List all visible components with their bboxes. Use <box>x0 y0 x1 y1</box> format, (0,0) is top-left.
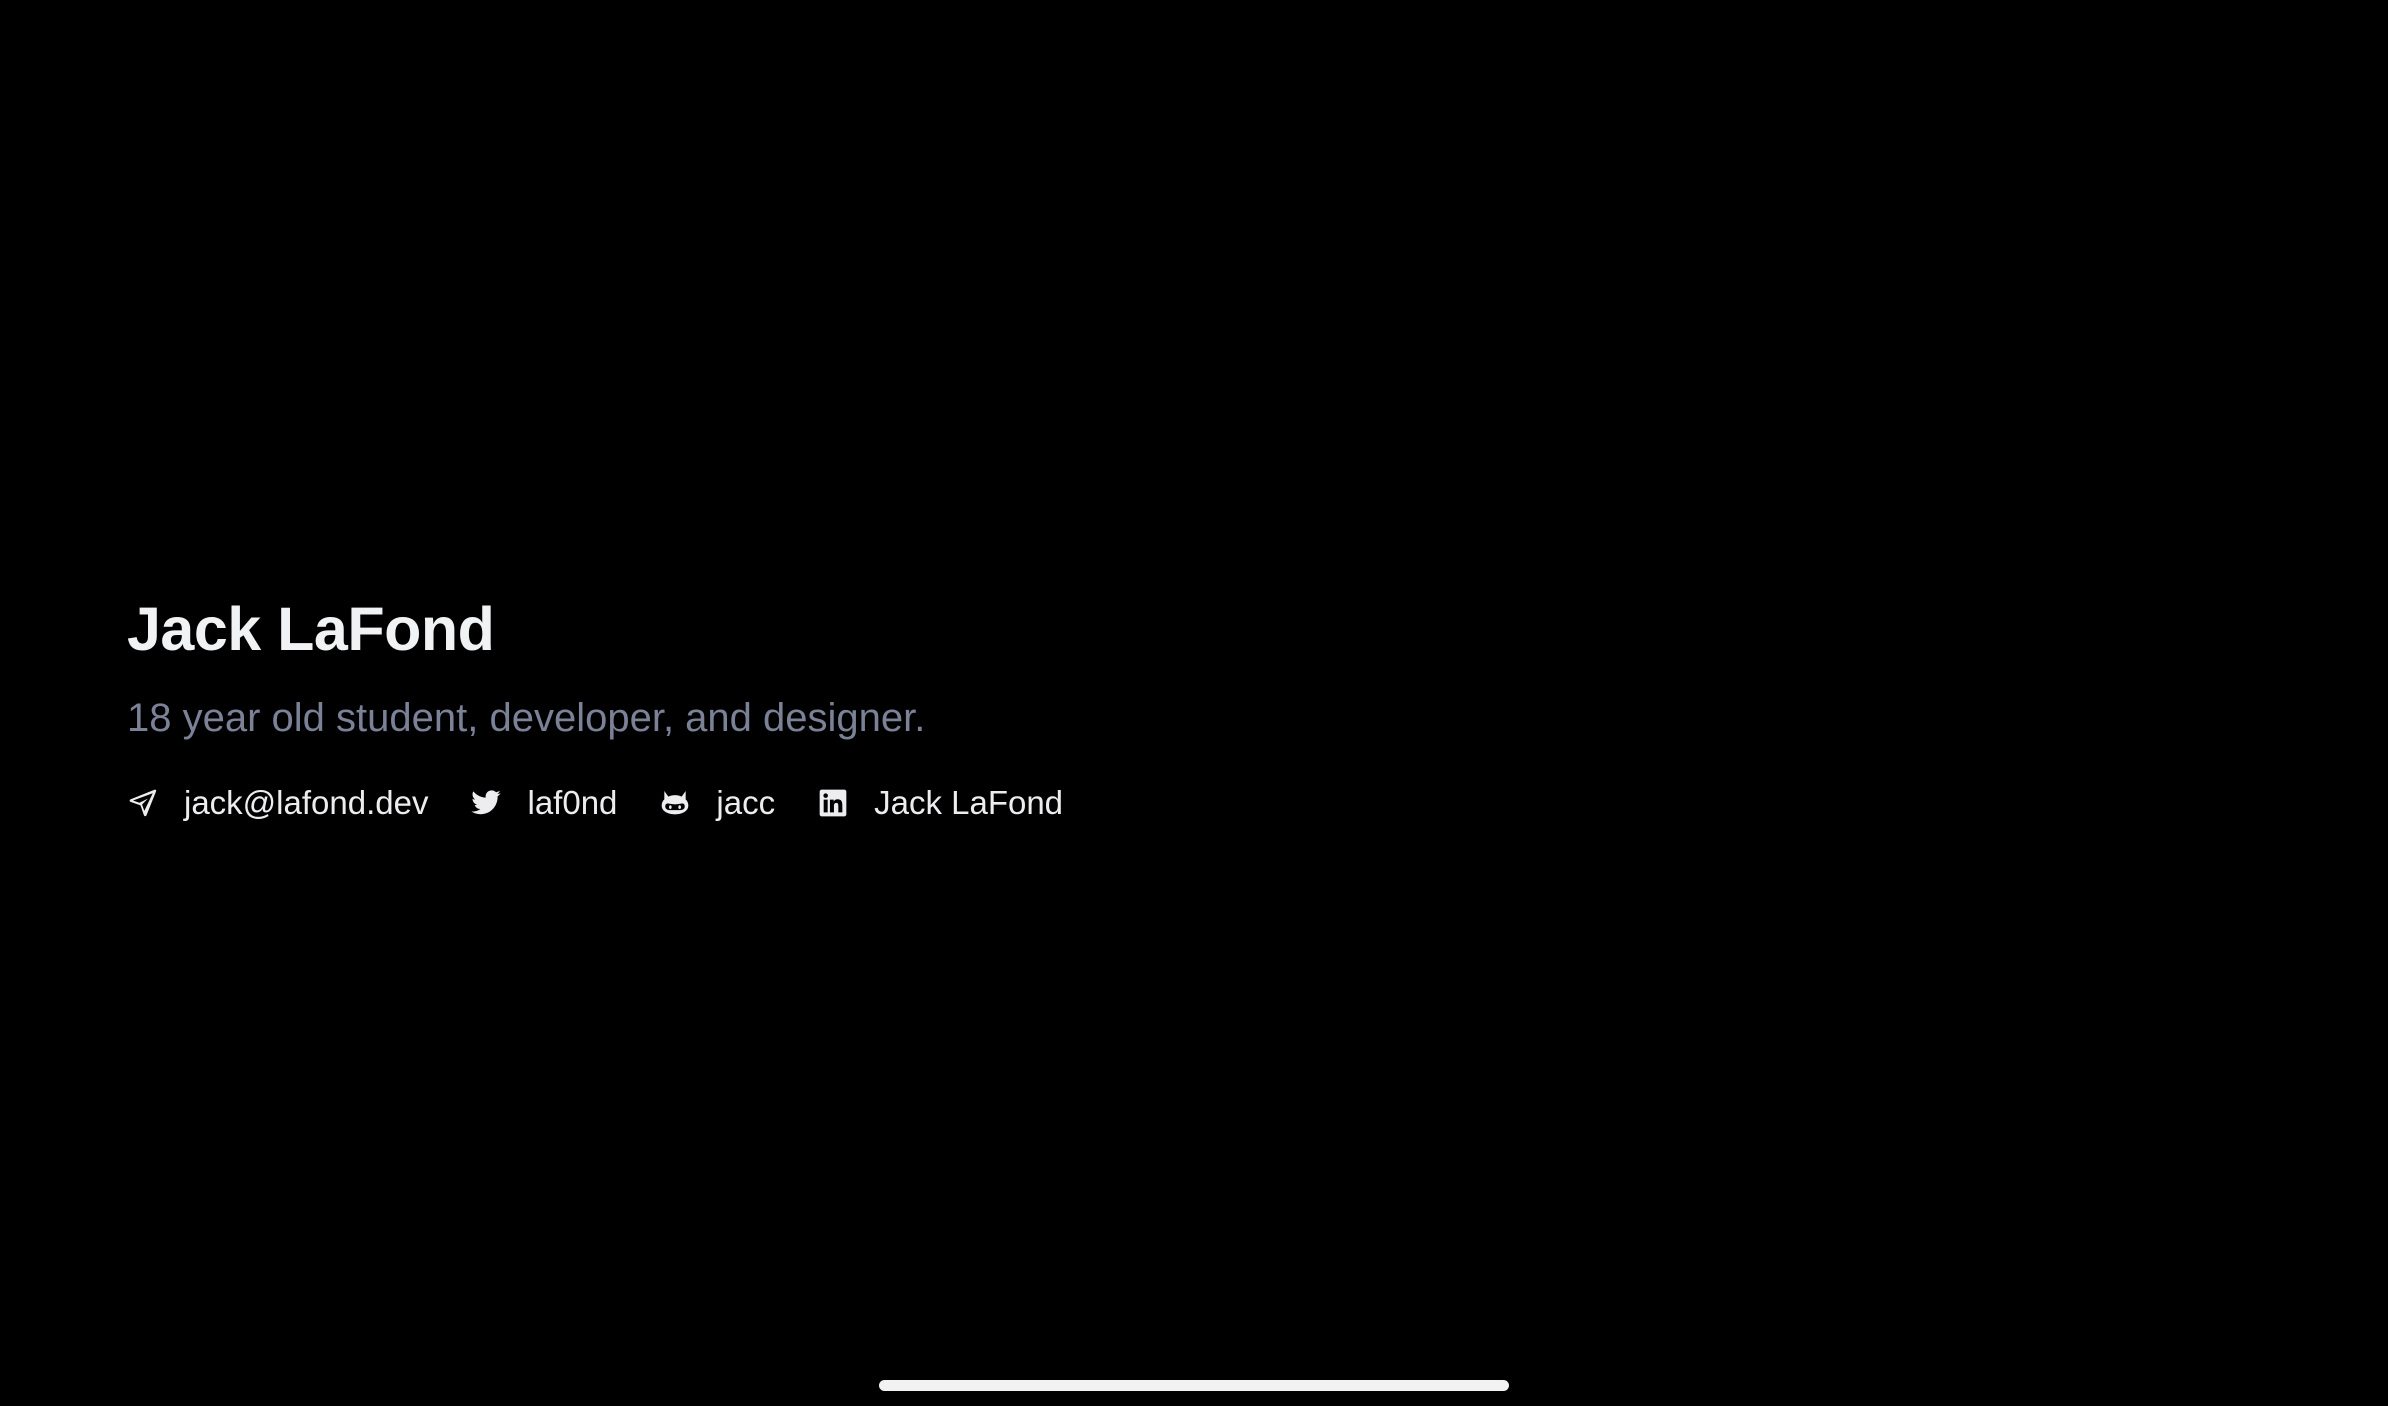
page-title: Jack LaFond <box>127 595 495 663</box>
github-label: jacc <box>716 784 776 821</box>
tagline: 18 year old student, developer, and desi… <box>127 696 926 740</box>
twitter-icon <box>470 787 502 819</box>
github-icon <box>659 787 691 819</box>
email-label: jack@lafond.dev <box>184 784 429 821</box>
send-icon <box>127 787 159 819</box>
github-link[interactable]: jacc <box>659 781 775 825</box>
contact-links: jack@lafond.dev laf0nd jacc Jack LaFond <box>127 781 1063 825</box>
hero-section: Jack LaFond 18 year old student, develop… <box>127 593 1063 821</box>
linkedin-icon <box>817 787 849 819</box>
linkedin-label: Jack LaFond <box>874 784 1064 821</box>
twitter-label: laf0nd <box>527 784 618 821</box>
twitter-link[interactable]: laf0nd <box>470 781 617 825</box>
home-indicator[interactable] <box>879 1380 1509 1391</box>
email-link[interactable]: jack@lafond.dev <box>127 781 428 825</box>
linkedin-link[interactable]: Jack LaFond <box>817 781 1063 825</box>
